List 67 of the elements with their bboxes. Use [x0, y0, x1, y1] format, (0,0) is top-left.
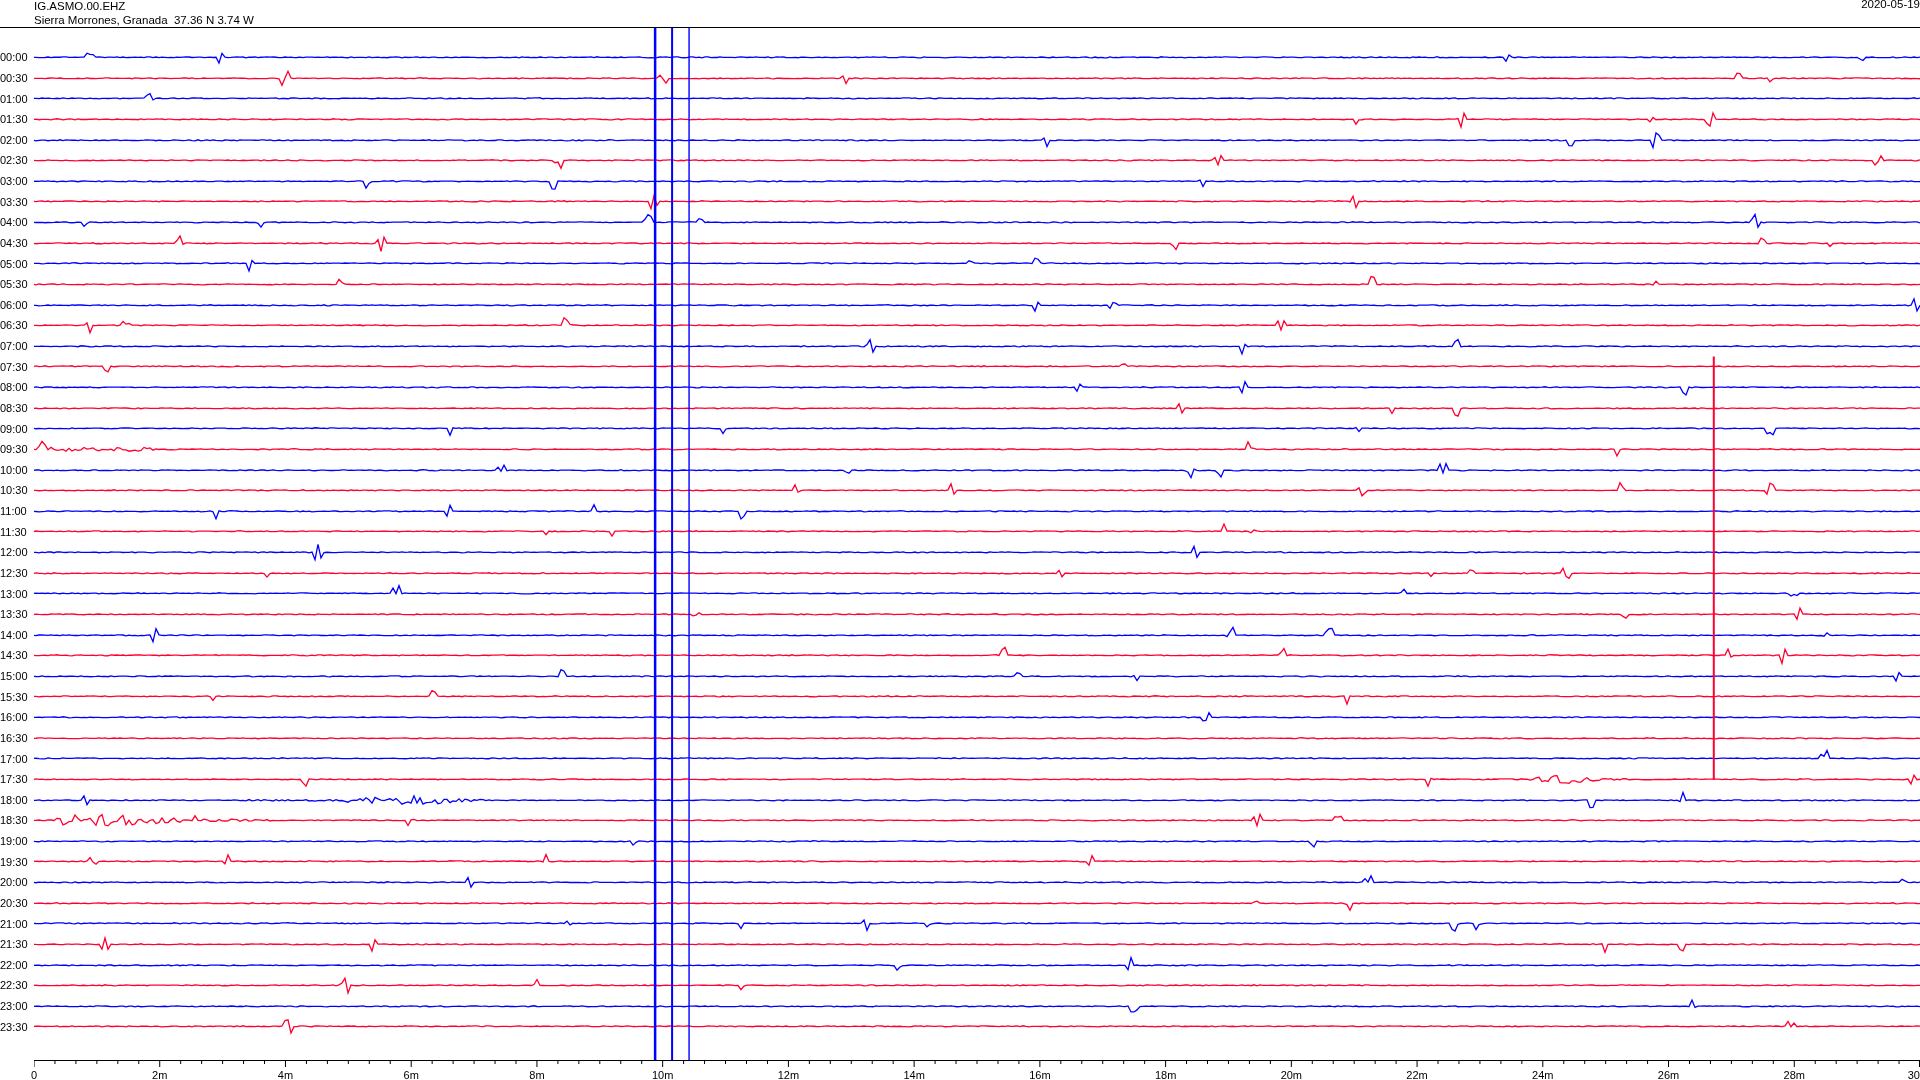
- axis-tick-label: 2m: [152, 1069, 168, 1080]
- row-time-label: 03:30: [0, 195, 29, 208]
- row-time-label: 04:00: [0, 216, 29, 229]
- axis-tick-label: 4m: [277, 1069, 294, 1080]
- row-time-label: 15:00: [0, 670, 29, 683]
- axis-tick-label: 22m: [1406, 1069, 1428, 1080]
- row-time-label: 21:00: [0, 917, 29, 930]
- axis-tick-label: 8m: [529, 1069, 545, 1080]
- row-time-label: 22:00: [0, 958, 29, 971]
- row-time-label: 07:30: [0, 360, 29, 373]
- row-time-label: 06:30: [0, 319, 29, 332]
- axis-tick-label: 18m: [1154, 1069, 1177, 1080]
- row-time-label: 18:30: [0, 814, 29, 827]
- row-time-label: 02:30: [0, 154, 29, 167]
- axis-tick-label: 20m: [1280, 1069, 1303, 1080]
- axis-tick-label: 28m: [1783, 1069, 1805, 1080]
- row-time-label: 23:00: [0, 1000, 29, 1013]
- row-time-label: 02:00: [0, 133, 29, 146]
- row-time-label: 07:00: [0, 340, 29, 353]
- row-time-label: 08:30: [0, 401, 29, 414]
- row-time-label: 10:00: [0, 463, 29, 476]
- row-time-label: 12:00: [0, 546, 29, 559]
- row-time-label: 17:30: [0, 773, 29, 786]
- row-time-label: 19:30: [0, 855, 29, 868]
- row-time-label: 08:00: [0, 381, 29, 394]
- row-time-label: 15:30: [0, 690, 29, 703]
- axis-tick-label: 10m: [651, 1069, 674, 1080]
- row-time-label: 21:30: [0, 938, 29, 951]
- axis-tick-label: 26m: [1657, 1069, 1680, 1080]
- row-time-label: 16:00: [0, 711, 29, 724]
- row-time-label: 13:00: [0, 587, 29, 600]
- row-time-label: 00:30: [0, 71, 29, 84]
- row-time-label: 01:00: [0, 92, 29, 105]
- row-time-label: 10:30: [0, 484, 29, 497]
- row-time-label: 11:30: [0, 525, 28, 538]
- row-time-label: 11:00: [0, 505, 28, 518]
- row-time-label: 22:30: [0, 979, 29, 992]
- row-time-label: 09:00: [0, 422, 29, 435]
- station-location: Sierra Morrones, Granada 37.36 N 3.74 W: [34, 13, 254, 27]
- axis-tick-label: 0: [30, 1069, 38, 1080]
- row-time-label: 06:00: [0, 298, 29, 311]
- row-time-label: 09:30: [0, 443, 29, 456]
- row-time-label: 12:30: [0, 566, 29, 579]
- axis-tick-label: 12m: [777, 1069, 800, 1080]
- row-time-label: 16:30: [0, 731, 29, 744]
- axis-tick-label: 16m: [1029, 1069, 1051, 1080]
- axis-tick-label: 6m: [403, 1069, 419, 1080]
- axis-tick-label: 24m: [1532, 1069, 1554, 1080]
- row-time-label: 20:30: [0, 896, 29, 909]
- row-time-label: 23:30: [0, 1020, 29, 1033]
- row-time-label: 05:30: [0, 278, 29, 291]
- row-time-label: 04:30: [0, 236, 29, 249]
- row-time-label: 20:00: [0, 876, 29, 889]
- row-time-label: 14:30: [0, 649, 29, 662]
- row-time-label: 17:00: [0, 752, 29, 765]
- station-code: IG.ASMO.00.EHZ: [34, 0, 127, 13]
- row-time-label: 19:00: [0, 835, 29, 848]
- row-time-label: 00:00: [0, 51, 29, 64]
- axis-tick-label: 14m: [903, 1069, 925, 1080]
- axis-tick-label: 30: [1907, 1069, 1920, 1080]
- row-time-label: 18:00: [0, 793, 29, 806]
- row-time-label: 14:00: [0, 628, 29, 641]
- plot-date: 2020-05-19: [1861, 0, 1920, 12]
- row-time-label: 13:30: [0, 608, 29, 621]
- row-time-label: 01:30: [0, 113, 29, 126]
- row-time-label: 03:00: [0, 175, 29, 188]
- row-time-label: 05:00: [0, 257, 29, 270]
